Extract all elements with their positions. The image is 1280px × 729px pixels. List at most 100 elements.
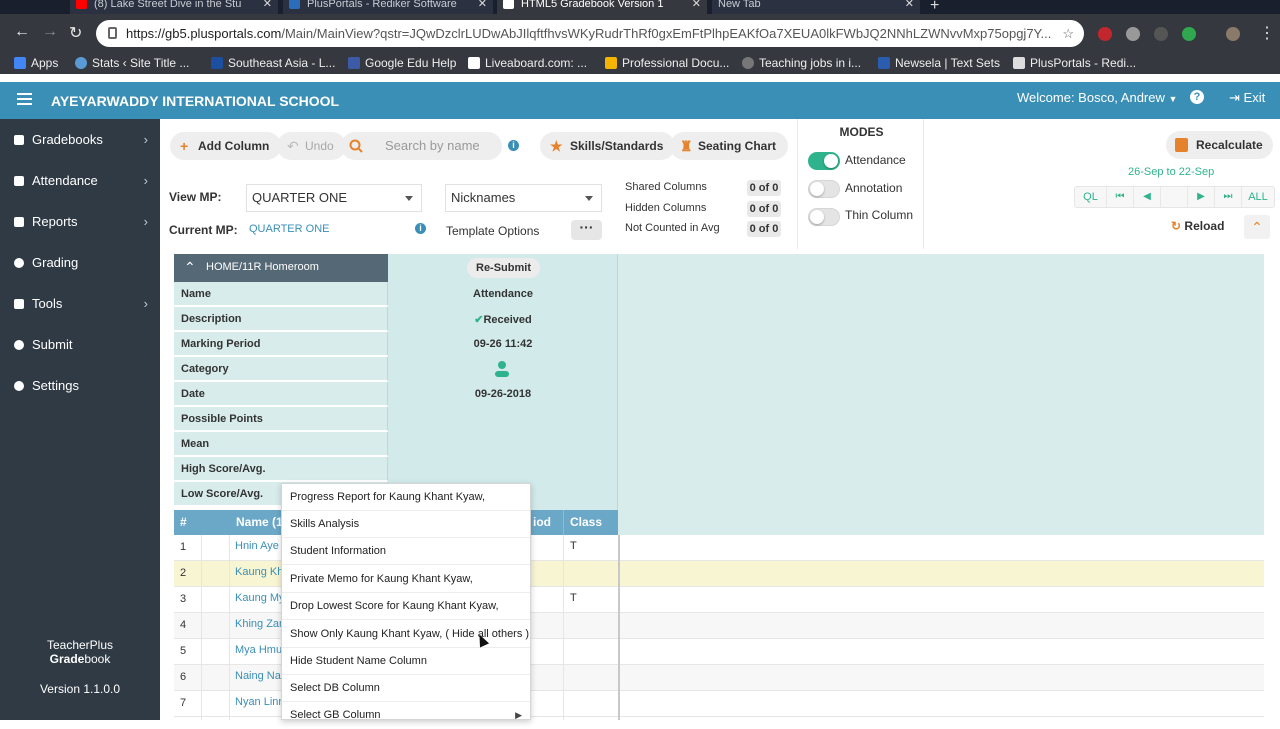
hamburger-menu-icon[interactable] [17, 93, 32, 106]
browser-tab-gradebook[interactable]: HTML5 Gradebook Version 1 ✕ [497, 0, 707, 14]
info-icon[interactable]: i [415, 223, 426, 234]
menu-kebab-icon[interactable]: ⋮ [1259, 23, 1275, 43]
chevron-right-icon: › [143, 132, 148, 147]
close-icon[interactable]: ✕ [905, 0, 914, 12]
menu-item-private-memo[interactable]: Private Memo for Kaung Khant Kyaw, [282, 566, 530, 593]
col-header-number[interactable]: # [174, 510, 201, 535]
attendance-mode-label: Attendance [845, 153, 906, 167]
menu-item-skills-analysis[interactable]: Skills Analysis [282, 511, 530, 538]
bookmark-item[interactable]: Newsela | Text Sets [878, 56, 1000, 70]
field-name: Name [174, 282, 388, 306]
sidebar-item-grading[interactable]: Grading [14, 255, 154, 270]
adblock-icon[interactable] [1098, 27, 1112, 41]
exit-button[interactable]: ⇥ Exit [1229, 90, 1265, 106]
bookmark-item[interactable]: Google Edu Help [348, 56, 456, 70]
bookmark-item[interactable]: Liveaboard.com: ... [468, 56, 587, 70]
attendance-mode-toggle[interactable] [808, 152, 840, 170]
student-name-link[interactable]: Kaung My [235, 587, 285, 609]
col-header-period[interactable]: iod [527, 510, 563, 535]
sidebar-item-tools[interactable]: Tools › [14, 296, 154, 311]
site-icon [348, 57, 360, 69]
menu-item-select-db-column[interactable]: Select DB Column [282, 675, 530, 702]
bookmark-star-icon[interactable]: ☆ [1062, 20, 1074, 47]
back-icon[interactable]: ← [14, 23, 30, 41]
next-icon[interactable]: ▶ [1188, 187, 1215, 207]
menu-item-select-gb-column[interactable]: Select GB Column ▶ [282, 702, 530, 729]
bookmark-item[interactable]: Southeast Asia - L... [211, 56, 335, 70]
student-name-link[interactable]: Hnin Aye [235, 535, 279, 557]
url-host: https://gb5.plusportals.com [126, 26, 282, 41]
grading-icon [14, 258, 24, 268]
check-circle-icon [14, 340, 24, 350]
skills-standards-button[interactable]: ★ Skills/Standards [540, 132, 676, 160]
extension-icon[interactable] [1182, 27, 1196, 41]
browser-tab-youtube[interactable]: (8) Lake Street Dive in the Stu ✕ [70, 0, 278, 14]
bookmark-item[interactable]: Professional Docu... [605, 56, 729, 70]
student-name-link[interactable]: Kaung Kh [235, 561, 283, 583]
user-menu[interactable]: Welcome: Bosco, Andrew ▼ [1017, 90, 1177, 105]
student-name-link[interactable]: Nyan Linn [235, 691, 285, 713]
menu-item-hide-name-column[interactable]: Hide Student Name Column [282, 648, 530, 675]
sidebar-item-reports[interactable]: Reports › [14, 214, 154, 229]
menu-item-student-information[interactable]: Student Information [282, 538, 530, 565]
drive-icon [605, 57, 617, 69]
bookmark-apps[interactable]: Apps [14, 56, 58, 70]
column-divider [201, 535, 202, 720]
info-icon[interactable]: i [508, 140, 519, 151]
browser-tab-plusportals[interactable]: PlusPortals - Rediker Software ✕ [283, 0, 493, 14]
col-header-class[interactable]: Class [563, 510, 618, 535]
reload-button[interactable]: ↻ Reload [1171, 219, 1224, 233]
last-icon[interactable]: ⏭ [1215, 187, 1242, 207]
help-icon[interactable]: ? [1190, 90, 1204, 104]
resubmit-button[interactable]: Re-Submit [467, 258, 540, 278]
close-icon[interactable]: ✕ [263, 0, 272, 12]
sidebar-item-submit[interactable]: Submit [14, 337, 154, 352]
version-label: Version 1.1.0.0 [39, 682, 121, 696]
sidebar-item-settings[interactable]: Settings [14, 378, 154, 393]
view-mp-select[interactable]: QUARTER ONE [246, 184, 422, 212]
menu-item-progress-report[interactable]: Progress Report for Kaung Khant Kyaw, [282, 484, 530, 511]
thin-column-mode-toggle[interactable] [808, 208, 840, 226]
current-mp-link[interactable]: QUARTER ONE [249, 223, 329, 235]
student-name-link[interactable]: Mya Hmu [235, 639, 282, 661]
browser-tab-new[interactable]: New Tab ✕ [712, 0, 920, 14]
extension-icon[interactable] [1154, 27, 1168, 41]
search-input[interactable]: Search by name [341, 132, 502, 160]
forward-icon[interactable]: → [42, 23, 58, 41]
undo-button[interactable]: ↶ Undo [277, 132, 346, 160]
collapse-up-icon[interactable]: ⌃ [1244, 215, 1270, 239]
close-icon[interactable]: ✕ [478, 0, 487, 12]
add-column-button[interactable]: + Add Column [170, 132, 282, 160]
menu-item-show-only[interactable]: Show Only Kaung Khant Kyaw, ( Hide all o… [282, 621, 530, 648]
address-bar[interactable]: https://gb5.plusportals.com/Main/MainVie… [96, 20, 1084, 47]
close-icon[interactable]: ✕ [692, 0, 701, 12]
bookmark-item[interactable]: PlusPortals - Redi... [1013, 56, 1136, 70]
app-header: AYEYARWADDY INTERNATIONAL SCHOOL Welcome… [0, 82, 1280, 119]
mp-nav-current[interactable] [1161, 187, 1188, 207]
chevron-up-icon[interactable]: ⌃ [184, 254, 196, 280]
bookmark-item[interactable]: Teaching jobs in i... [742, 56, 861, 70]
mp-nav-ql[interactable]: QL [1075, 187, 1107, 207]
prev-icon[interactable]: ◀ [1134, 187, 1161, 207]
mp-nav-all[interactable]: ALL [1242, 187, 1274, 207]
seating-chart-button[interactable]: ♜ Seating Chart [670, 132, 789, 160]
bookmark-item[interactable]: Stats ‹ Site Title ... [75, 56, 189, 70]
assignment-header[interactable]: ⌃ HOME/11R Homeroom [174, 254, 388, 282]
sidebar-item-attendance[interactable]: Attendance › [14, 173, 154, 188]
reload-page-icon[interactable]: ↻ [69, 23, 82, 43]
first-icon[interactable]: ⏮ [1107, 187, 1134, 207]
student-context-menu: Progress Report for Kaung Khant Kyaw, Sk… [281, 483, 531, 721]
menu-item-drop-lowest-score[interactable]: Drop Lowest Score for Kaung Khant Kyaw, [282, 593, 530, 620]
student-name-link[interactable]: Khing Zar [235, 613, 283, 635]
extension-icon[interactable] [1126, 27, 1140, 41]
annotation-mode-toggle[interactable] [808, 180, 840, 198]
template-options-button[interactable]: ··· [571, 220, 602, 240]
student-name-link[interactable]: Naing Na [235, 665, 281, 687]
shared-columns-label: Shared Columns [625, 181, 707, 193]
gradebook-tab-icon [503, 0, 514, 9]
name-display-select[interactable]: Nicknames [445, 184, 602, 212]
sidebar-item-gradebooks[interactable]: Gradebooks › [14, 132, 154, 147]
avatar[interactable] [1226, 27, 1240, 41]
new-tab-icon[interactable]: + [930, 0, 939, 14]
recalculate-button[interactable]: Recalculate [1166, 131, 1273, 159]
